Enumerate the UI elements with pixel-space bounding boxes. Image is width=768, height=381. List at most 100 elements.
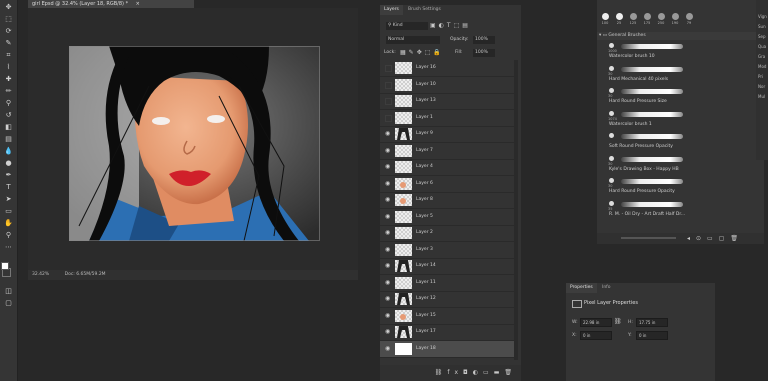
layer-row[interactable]: ◉ Layer 3 [380, 242, 514, 259]
eyedropper-tool-icon[interactable]: ⌇ [4, 64, 13, 71]
height-field[interactable]: 17.75 in [636, 318, 668, 327]
visibility-eye-icon[interactable]: ◉ [385, 263, 392, 269]
brush-group-header[interactable]: ▾ ▭ General Brushes [597, 32, 764, 40]
link-icon[interactable]: ⛓ [614, 318, 622, 325]
hand-tool-icon[interactable]: ✋ [4, 220, 13, 227]
marquee-tool-icon[interactable]: ⬚ [4, 16, 13, 23]
crop-tool-icon[interactable]: ⌗ [4, 52, 13, 59]
brush-preset-swatch[interactable]: 25 [613, 12, 625, 28]
brush-preset-swatch[interactable]: 100 [599, 12, 611, 28]
visibility-eye-icon[interactable]: ◉ [385, 213, 392, 220]
layer-row[interactable]: ◉ Layer 17 [380, 324, 514, 341]
dock-item-label[interactable]: Nor [758, 84, 765, 89]
dock-item-label[interactable]: Gra [758, 54, 765, 59]
brush-preset-swatch[interactable]: 79 [683, 12, 695, 28]
layer-row[interactable]: ◉ Layer 11 [380, 275, 514, 292]
dock-item-label[interactable]: Mod [758, 64, 766, 69]
brush-preset-swatch[interactable]: 250 [655, 12, 667, 28]
healing-tool-icon[interactable]: ✚ [4, 76, 13, 83]
lock-icons[interactable]: ▦✎✥⬚🔒 [400, 49, 444, 57]
visibility-eye-icon[interactable]: ◉ [385, 131, 392, 137]
brush-list-item[interactable]: 1074 Watercolor brush 1 [597, 110, 757, 132]
brush-list-item[interactable]: 35 R. M. - Oil Dry - Art Draft Half Dr... [597, 200, 757, 222]
screen-mode-icon[interactable]: ▢ [4, 300, 13, 307]
visibility-toggle-empty[interactable] [385, 98, 392, 105]
foreground-color-swatch[interactable] [1, 262, 9, 270]
visibility-eye-icon[interactable]: ◉ [385, 180, 392, 187]
dodge-tool-icon[interactable]: ● [4, 160, 13, 167]
dock-item-label[interactable]: Sep [758, 34, 766, 39]
layer-row[interactable]: ◉ Layer 4 [380, 159, 514, 176]
layer-row[interactable]: ◉ Layer 9 [380, 126, 514, 143]
visibility-eye-icon[interactable]: ◉ [385, 164, 392, 170]
layer-row[interactable]: ◉ Layer 8 [380, 192, 514, 209]
dock-item-label[interactable]: Vign [758, 14, 767, 19]
layer-row[interactable]: ◉ Layer 5 [380, 209, 514, 226]
gradient-tool-icon[interactable]: ▤ [4, 136, 13, 143]
visibility-eye-icon[interactable]: ◉ [385, 345, 392, 352]
doc-info[interactable]: Doc: 6.65M/59.2M [65, 272, 106, 277]
visibility-toggle-empty[interactable] [385, 81, 392, 89]
layer-row[interactable]: Layer 1 [380, 110, 514, 127]
brush-preset-swatch[interactable]: 175 [641, 12, 653, 28]
tab-brush-settings[interactable]: Brush Settings [404, 5, 445, 15]
type-tool-icon[interactable]: T [4, 184, 13, 191]
visibility-eye-icon[interactable]: ◉ [385, 296, 392, 302]
eraser-tool-icon[interactable]: ◧ [4, 124, 13, 131]
rectangle-tool-icon[interactable]: ▭ [4, 208, 13, 215]
canvas-artwork[interactable] [69, 46, 320, 241]
visibility-eye-icon[interactable]: ◉ [385, 329, 392, 335]
quick-mask-icon[interactable]: ◫ [4, 288, 13, 295]
tab-layers[interactable]: Layers [380, 5, 403, 15]
layer-row[interactable]: Layer 16 [380, 60, 514, 77]
x-field[interactable]: 0 in [580, 331, 612, 340]
visibility-eye-icon[interactable]: ◉ [385, 197, 392, 203]
close-tab-icon[interactable]: × [136, 1, 140, 7]
layer-row[interactable]: Layer 10 [380, 77, 514, 94]
dock-item-label[interactable]: Mul [758, 94, 765, 99]
move-tool-icon[interactable]: ✥ [4, 4, 13, 11]
layer-row[interactable]: ◉ Layer 18 [380, 340, 514, 358]
brush-list-item[interactable]: 30 Kyle's Drawing Box - Happy HB [597, 155, 757, 177]
visibility-eye-icon[interactable]: ◉ [385, 230, 392, 236]
more-tools-icon[interactable]: ⋯ [4, 244, 13, 251]
zoom-level[interactable]: 32.42% [32, 272, 49, 277]
tab-info[interactable]: Info [598, 283, 615, 293]
layer-row[interactable]: ◉ Layer 2 [380, 225, 514, 242]
brush-preset-swatch[interactable]: 190 [669, 12, 681, 28]
blur-tool-icon[interactable]: 💧 [4, 148, 13, 155]
layer-row[interactable]: ◉ Layer 15 [380, 308, 514, 325]
layer-row[interactable]: ◉ Layer 12 [380, 291, 514, 308]
layers-scrollbar[interactable] [514, 60, 518, 360]
width-field[interactable]: 22.98 in [580, 318, 612, 327]
visibility-eye-icon[interactable]: ◉ [385, 246, 392, 253]
dock-item-label[interactable]: Sun [758, 24, 766, 29]
filter-kind-select[interactable]: ⚲ Kind [386, 22, 428, 30]
layer-row[interactable]: ◉ Layer 6 [380, 176, 514, 193]
dock-item-label[interactable]: Pri [758, 74, 763, 79]
y-field[interactable]: 0 in [636, 331, 668, 340]
brush-list-item[interactable]: 30 Hard Mechanical 40 pixels [597, 65, 757, 87]
layer-row[interactable]: ◉ Layer 7 [380, 143, 514, 160]
pen-tool-icon[interactable]: ✒ [4, 172, 13, 179]
clone-stamp-tool-icon[interactable]: ⚲ [4, 100, 13, 107]
brush-preview-slider[interactable] [621, 237, 676, 239]
brush-preset-swatch[interactable]: 125 [627, 12, 639, 28]
blend-mode-select[interactable]: Normal [386, 36, 440, 44]
document-tab[interactable]: girl Epsd @ 32.4% (Layer 18, RGB/8) * × [28, 0, 194, 8]
visibility-eye-icon[interactable]: ◉ [385, 279, 392, 286]
layer-row[interactable]: ◉ Layer 14 [380, 258, 514, 275]
filter-icons[interactable]: ▣◐T⬚▤ [430, 22, 471, 29]
visibility-toggle-empty[interactable] [385, 65, 392, 72]
fill-field[interactable]: 100% [473, 49, 495, 57]
zoom-tool-icon[interactable]: ⚲ [4, 232, 13, 239]
visibility-eye-icon[interactable]: ◉ [385, 147, 392, 154]
visibility-eye-icon[interactable]: ◉ [385, 312, 392, 319]
tab-properties[interactable]: Properties [566, 283, 597, 293]
dock-item-label[interactable]: Qua [758, 44, 766, 49]
opacity-field[interactable]: 100% [473, 36, 495, 44]
history-brush-tool-icon[interactable]: ↺ [4, 112, 13, 119]
lasso-tool-icon[interactable]: ⟳ [4, 28, 13, 35]
brush-list-item[interactable]: 1000 Watercolor brush 10 [597, 42, 757, 64]
brush-list-item[interactable]: Soft Round Pressure Opacity [597, 132, 757, 154]
